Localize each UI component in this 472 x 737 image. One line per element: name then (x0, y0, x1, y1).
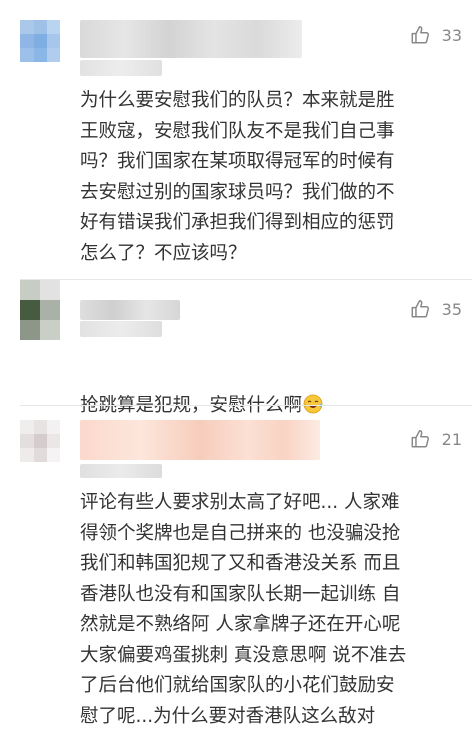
like-count: 35 (441, 299, 462, 319)
comment-item: 21 评论有些人要求别太高了好吧... 人家难 得领个奖牌也是自己拼来的 也没骗… (0, 420, 472, 737)
divider (20, 405, 472, 406)
comment-text: 为什么要安慰我们的队员？本来就是胜 王败寇，安慰我们队友不是我们自己事 吗？我们… (80, 90, 395, 264)
laughing-tears-emoji-icon (303, 394, 323, 413)
avatar[interactable] (20, 420, 60, 462)
thumbs-up-icon (411, 300, 429, 318)
comment-meta (80, 321, 162, 337)
comment-text: 评论有些人要求别太高了好吧... 人家难 得领个奖牌也是自己拼来的 也没骗没抢 … (80, 492, 407, 727)
username[interactable] (80, 300, 180, 320)
like-count: 21 (441, 429, 462, 449)
like-button[interactable]: 35 (410, 298, 462, 320)
like-button[interactable]: 21 (410, 428, 462, 450)
avatar[interactable] (20, 20, 60, 62)
avatar[interactable] (20, 280, 60, 340)
comment-item: 35 抢跳算是犯规，安慰什么啊 (0, 280, 472, 416)
comment-text: 抢跳算是犯规，安慰什么啊 (80, 360, 460, 421)
thumbs-up-icon (411, 26, 429, 44)
comment-meta (80, 60, 162, 76)
comment-meta (80, 464, 162, 478)
comment-item: 33 为什么要安慰我们的队员？本来就是胜 王败寇，安慰我们队友不是我们自己事 吗… (0, 0, 472, 280)
username[interactable] (80, 20, 302, 58)
like-count: 33 (441, 25, 462, 45)
like-button[interactable]: 33 (410, 24, 462, 46)
username[interactable] (80, 420, 320, 460)
thumbs-up-icon (411, 430, 429, 448)
